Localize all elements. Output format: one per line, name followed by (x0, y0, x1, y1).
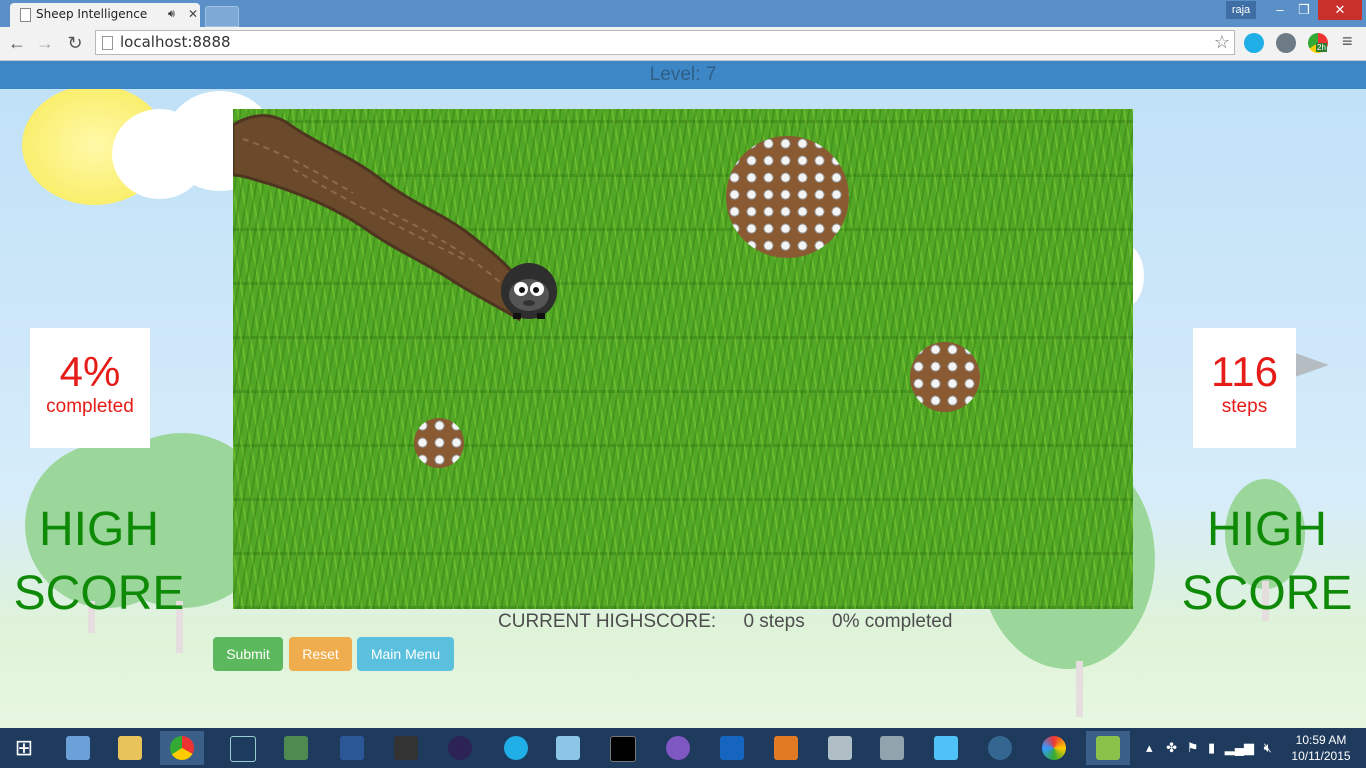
game-field[interactable] (233, 109, 1133, 609)
github-icon[interactable] (656, 731, 700, 765)
progress-card: 4% completed (30, 328, 150, 448)
steps-label: steps (1221, 396, 1268, 417)
menu-icon[interactable]: ≡ (1342, 31, 1353, 52)
power-icon[interactable]: ▮ (1208, 740, 1215, 755)
chrome-ext-icon[interactable]: 2h (1308, 33, 1328, 53)
progress-value: 4% (59, 348, 121, 395)
clock[interactable]: 10:59 AM 10/11/2015 (1290, 732, 1352, 764)
page-icon (102, 36, 113, 50)
computer-icon[interactable] (56, 731, 100, 765)
restore-icon[interactable]: ❐ (1290, 0, 1318, 20)
current-highscore: CURRENT HIGHSCORE: 0 steps 0% completed (498, 611, 952, 633)
skype-icon[interactable] (494, 731, 538, 765)
progress-label: completed (46, 396, 134, 417)
star-icon[interactable]: ☆ (1214, 31, 1230, 54)
player-sheep-icon[interactable] (499, 261, 559, 321)
skype-icon[interactable] (1244, 33, 1264, 53)
window-close-icon[interactable]: ✕ (1318, 0, 1362, 20)
steps-card: 116 steps (1193, 328, 1296, 448)
wps-icon[interactable] (384, 731, 428, 765)
system-tray[interactable]: ▴ ✤ ⚑ ▮ ▂▄▆ 🔇︎ (1146, 728, 1272, 768)
reset-button[interactable]: Reset (289, 637, 352, 671)
tree-trunk (1076, 661, 1083, 717)
signal-icon[interactable]: ▂▄▆ (1225, 740, 1254, 755)
network-icon[interactable] (274, 731, 318, 765)
dropbox-icon[interactable]: ✤ (1166, 740, 1177, 755)
tab-title: Sheep Intelligence (36, 7, 148, 21)
level-label: Level: 7 (649, 64, 717, 85)
page-icon (20, 8, 31, 22)
mud-trail (233, 114, 527, 322)
clock-date: 10/11/2015 (1291, 749, 1351, 763)
user-profile[interactable]: raja (1226, 1, 1256, 19)
reload-icon[interactable]: ↻ (63, 31, 87, 55)
start-icon[interactable]: ⊞ (2, 731, 46, 765)
close-tab-icon[interactable]: ✕ (188, 3, 198, 25)
cmd-icon[interactable] (600, 731, 644, 765)
notes-icon[interactable] (546, 731, 590, 765)
game-page: Level: 7 4% completed 116 steps HIGH SCO… (0, 61, 1366, 728)
meteor-icon[interactable] (764, 731, 808, 765)
explorer-icon[interactable] (108, 731, 152, 765)
level-bar: Level: 7 (0, 61, 1366, 89)
tab-strip: Sheep Intelligence 🔊︎ ✕ raja – ❐ ✕ (0, 0, 1366, 27)
clock-time: 10:59 AM (1295, 733, 1347, 747)
current-highscore-steps: 0 steps (743, 611, 805, 632)
steps-value: 116 (1211, 348, 1278, 395)
bird-decoration (1295, 353, 1329, 377)
eclipse-icon[interactable] (438, 731, 482, 765)
flag-icon[interactable]: ⚑ (1187, 740, 1199, 755)
remote-desktop-icon[interactable] (924, 731, 968, 765)
powershell-icon[interactable] (710, 731, 754, 765)
taskbar: ⊞ ▴ ✤ ⚑ ▮ ▂▄▆ 🔇︎ 10:59 AM 10/11/2015 (0, 728, 1366, 768)
tab-active[interactable]: Sheep Intelligence 🔊︎ ✕ (10, 3, 200, 27)
sheep-flock (910, 342, 980, 412)
calculator-icon[interactable] (870, 731, 914, 765)
back-icon[interactable]: ← (5, 31, 29, 55)
paint-icon[interactable] (1032, 731, 1076, 765)
main-menu-button[interactable]: Main Menu (357, 637, 454, 671)
submit-button[interactable]: Submit (213, 637, 283, 671)
speaker-icon[interactable]: 🔊︎ (168, 3, 175, 25)
monitor-icon[interactable] (818, 731, 862, 765)
postgres-icon[interactable] (978, 731, 1022, 765)
word-icon[interactable] (330, 731, 374, 765)
current-highscore-completed: 0% completed (832, 611, 953, 632)
notepadpp-icon[interactable] (1086, 731, 1130, 765)
browser-toolbar: ← → ↻ localhost:8888 ☆ 2h ≡ (0, 27, 1366, 61)
tray-arrow-icon[interactable]: ▴ (1146, 740, 1153, 755)
sheep-flock (726, 136, 849, 258)
volume-icon[interactable]: 🔇︎ (1264, 740, 1272, 755)
forward-icon[interactable]: → (33, 31, 57, 55)
ext-badge: 2h (1316, 43, 1327, 52)
high-score-right: HIGH SCORE (1181, 503, 1353, 620)
terminal-icon[interactable] (220, 731, 264, 765)
sheep-flock (414, 418, 464, 468)
url-text: localhost:8888 (120, 33, 231, 51)
chrome-icon[interactable] (160, 731, 204, 765)
new-tab-button[interactable] (205, 6, 239, 27)
address-bar[interactable]: localhost:8888 ☆ (95, 30, 1235, 55)
high-score-left: HIGH SCORE (13, 503, 185, 620)
eye-icon[interactable] (1276, 33, 1296, 53)
current-highscore-label: CURRENT HIGHSCORE: (498, 611, 717, 632)
